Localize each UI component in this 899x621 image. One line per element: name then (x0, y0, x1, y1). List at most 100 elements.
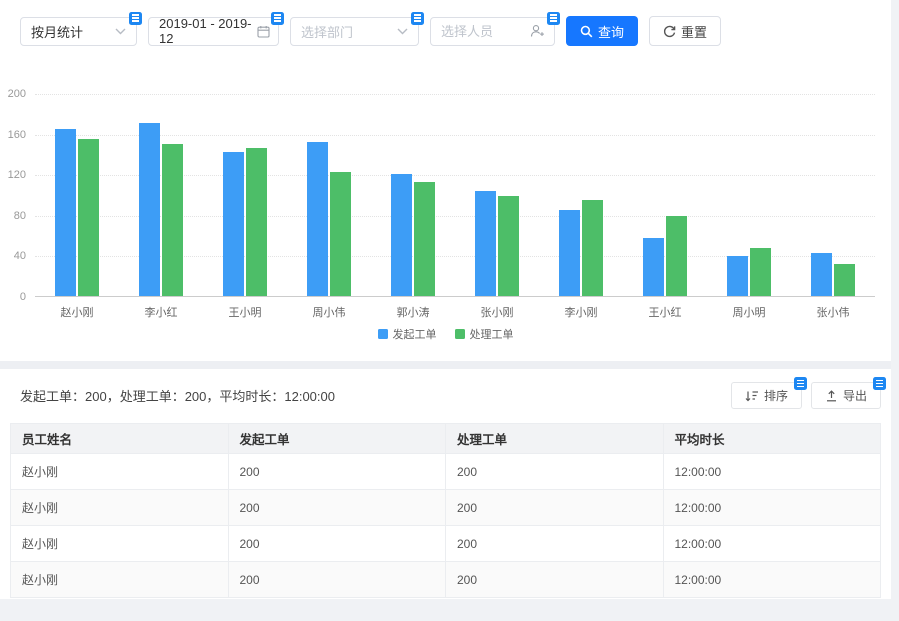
user-add-icon (530, 24, 554, 38)
search-icon (580, 25, 593, 38)
calendar-icon (257, 25, 270, 38)
header-processed-orders: 处理工单 (446, 424, 664, 454)
table-row[interactable]: 赵小刚 200 200 12:00:00 (11, 490, 881, 526)
sort-button[interactable]: 排序 (731, 382, 802, 409)
upload-icon (825, 390, 838, 402)
chart-bar-处理工单 (414, 182, 435, 296)
chart-y-axis: 04080120160200 (0, 94, 26, 297)
y-axis-tick-label: 80 (0, 210, 26, 222)
widget-menu-badge-icon[interactable] (411, 12, 424, 25)
section-divider (0, 361, 891, 369)
legend-label: 发起工单 (393, 326, 437, 342)
cell-employee-name: 赵小刚 (11, 562, 229, 598)
widget-menu-badge-icon[interactable] (794, 377, 807, 390)
chart-x-axis: 赵小刚李小红王小明周小伟郭小涛张小刚李小刚王小红周小明张小伟 (35, 304, 875, 320)
y-axis-tick-label: 160 (0, 129, 26, 141)
y-axis-tick-label: 200 (0, 88, 26, 100)
x-axis-category-label: 张小伟 (791, 304, 875, 320)
y-axis-tick-label: 0 (0, 291, 26, 303)
chart-plot (35, 94, 875, 297)
export-button-label: 导出 (843, 387, 867, 404)
cell-processed: 200 (446, 490, 664, 526)
stat-type-value: 按月统计 (31, 22, 83, 41)
cell-avg-duration: 12:00:00 (663, 526, 881, 562)
chart-bar-发起工单 (55, 129, 76, 296)
refresh-icon (663, 25, 676, 38)
chart-bar-发起工单 (223, 152, 244, 296)
chart-bar-发起工单 (391, 174, 412, 296)
x-axis-category-label: 周小明 (707, 304, 791, 320)
table-header-row: 员工姓名 发起工单 处理工单 平均时长 (11, 424, 881, 454)
widget-menu-badge-icon[interactable] (873, 377, 886, 390)
table-card: 发起工单：200，处理工单：200，平均时长：12:00:00 排序 (0, 369, 891, 599)
date-range-value: 2019-01 - 2019-12 (159, 16, 257, 46)
chevron-down-icon (397, 28, 408, 35)
department-placeholder: 选择部门 (301, 22, 353, 41)
legend-swatch-icon (455, 329, 465, 339)
x-axis-category-label: 王小红 (623, 304, 707, 320)
cell-processed: 200 (446, 454, 664, 490)
employee-table: 员工姓名 发起工单 处理工单 平均时长 赵小刚 200 200 12:00:00… (10, 423, 881, 598)
chart-bar-处理工单 (78, 139, 99, 296)
legend-item-处理工单[interactable]: 处理工单 (455, 326, 514, 342)
cell-avg-duration: 12:00:00 (663, 562, 881, 598)
chart-bar-处理工单 (246, 148, 267, 296)
cell-initiated: 200 (228, 562, 446, 598)
table-row[interactable]: 赵小刚 200 200 12:00:00 (11, 562, 881, 598)
chart-bar-处理工单 (582, 200, 603, 296)
cell-processed: 200 (446, 562, 664, 598)
legend-swatch-icon (378, 329, 388, 339)
filter-toolbar: 按月统计 2019-01 - 2019-12 (20, 16, 732, 46)
legend-label: 处理工单 (470, 326, 514, 342)
chart-bar-发起工单 (139, 123, 160, 296)
table-row[interactable]: 赵小刚 200 200 12:00:00 (11, 526, 881, 562)
header-initiated-orders: 发起工单 (228, 424, 446, 454)
y-axis-tick-label: 120 (0, 169, 26, 181)
header-avg-duration: 平均时长 (663, 424, 881, 454)
sort-button-label: 排序 (764, 387, 788, 404)
cell-employee-name: 赵小刚 (11, 454, 229, 490)
chart-bar-发起工单 (643, 238, 664, 296)
cell-avg-duration: 12:00:00 (663, 454, 881, 490)
table-actions: 排序 导出 (722, 382, 881, 409)
chart-bar-处理工单 (834, 264, 855, 296)
date-range-picker[interactable]: 2019-01 - 2019-12 (148, 17, 279, 46)
x-axis-category-label: 李小刚 (539, 304, 623, 320)
page: 按月统计 2019-01 - 2019-12 (0, 0, 891, 599)
chart-bar-发起工单 (307, 142, 328, 296)
cell-initiated: 200 (228, 526, 446, 562)
sort-descending-icon (745, 390, 759, 402)
query-button[interactable]: 查询 (566, 16, 638, 46)
stat-type-select[interactable]: 按月统计 (20, 17, 137, 46)
widget-menu-badge-icon[interactable] (547, 12, 560, 25)
person-input[interactable] (431, 18, 523, 45)
reset-button[interactable]: 重置 (649, 16, 721, 46)
legend-item-发起工单[interactable]: 发起工单 (378, 326, 437, 342)
chart-bar-处理工单 (330, 172, 351, 296)
x-axis-category-label: 李小红 (119, 304, 203, 320)
bar-chart: 04080120160200 赵小刚李小红王小明周小伟郭小涛张小刚李小刚王小红周… (0, 94, 891, 354)
summary-row: 发起工单：200，处理工单：200，平均时长：12:00:00 排序 (20, 382, 881, 409)
x-axis-category-label: 王小明 (203, 304, 287, 320)
chart-bar-发起工单 (811, 253, 832, 296)
cell-employee-name: 赵小刚 (11, 490, 229, 526)
chart-bar-处理工单 (498, 196, 519, 296)
x-axis-category-label: 郭小涛 (371, 304, 455, 320)
widget-menu-badge-icon[interactable] (271, 12, 284, 25)
reset-button-label: 重置 (681, 22, 707, 41)
x-axis-category-label: 赵小刚 (35, 304, 119, 320)
table-row[interactable]: 赵小刚 200 200 12:00:00 (11, 454, 881, 490)
export-button[interactable]: 导出 (811, 382, 881, 409)
widget-menu-badge-icon[interactable] (129, 12, 142, 25)
chart-bar-处理工单 (162, 144, 183, 296)
y-axis-tick-label: 40 (0, 250, 26, 262)
chart-legend: 发起工单 处理工单 (0, 326, 891, 342)
person-select-field[interactable] (430, 17, 555, 46)
summary-text: 发起工单：200，处理工单：200，平均时长：12:00:00 (20, 386, 335, 405)
cell-processed: 200 (446, 526, 664, 562)
chart-bar-发起工单 (727, 256, 748, 296)
department-select[interactable]: 选择部门 (290, 17, 419, 46)
cell-employee-name: 赵小刚 (11, 526, 229, 562)
x-axis-category-label: 周小伟 (287, 304, 371, 320)
chart-card: 按月统计 2019-01 - 2019-12 (0, 0, 891, 361)
